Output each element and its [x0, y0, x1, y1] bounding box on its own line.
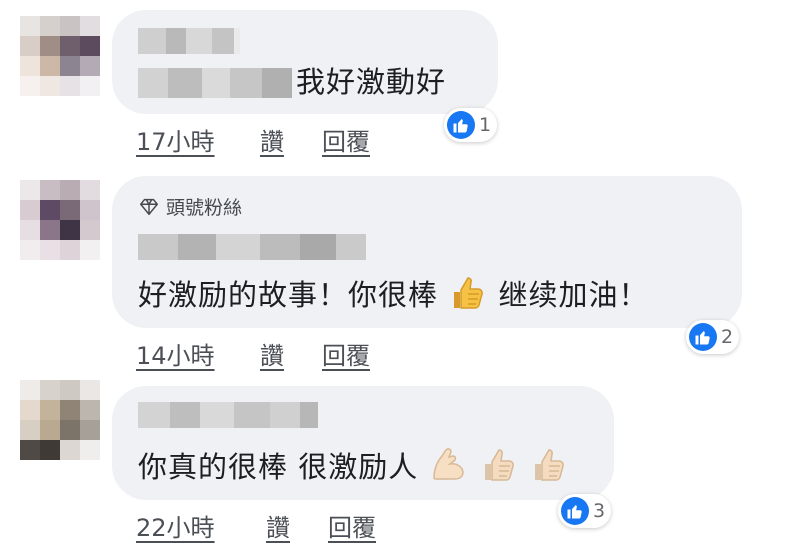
reply-button[interactable]: 回覆: [328, 508, 376, 543]
blurred-username: [138, 402, 318, 428]
like-button[interactable]: 讚: [260, 122, 284, 157]
thumbs-up-icon: [689, 323, 717, 351]
thumbs-up-icon: [447, 111, 475, 139]
blurred-text: [138, 68, 292, 98]
flexed-biceps-emoji: [428, 444, 468, 494]
badge-label: 頭號粉絲: [166, 197, 243, 219]
thumbs-up-emoji: [448, 272, 488, 322]
blurred-username: [138, 234, 366, 260]
comment-bubble: 我好激動好: [112, 10, 498, 114]
avatar[interactable]: [20, 180, 100, 260]
comment-text: 你真的很棒 很激励人: [138, 444, 569, 494]
reaction-summary[interactable]: 3: [558, 494, 612, 528]
avatar[interactable]: [20, 380, 100, 460]
thumbs-up-emoji: [529, 444, 569, 494]
reaction-count: 2: [721, 326, 734, 348]
comment-text-content: 你真的很棒 很激励人: [138, 450, 419, 484]
thumbs-up-emoji: [479, 444, 519, 494]
reply-button[interactable]: 回覆: [322, 122, 370, 157]
comment-text-part2: 继续加油！: [498, 278, 649, 312]
comment-bubble: 你真的很棒 很激励人: [112, 386, 614, 500]
comment-text-part1: 好激励的故事！你很棒: [138, 278, 439, 312]
top-fan-badge: 頭號粉絲: [138, 193, 242, 220]
timestamp-link[interactable]: 17小時: [136, 122, 215, 157]
reaction-count: 3: [593, 500, 606, 522]
thumbs-up-icon: [561, 497, 589, 525]
reaction-count: 1: [479, 114, 492, 136]
reply-button[interactable]: 回覆: [322, 336, 370, 371]
comment-text: 好激励的故事！你很棒 继续加油！: [138, 272, 648, 322]
reaction-summary[interactable]: 2: [686, 320, 740, 354]
like-button[interactable]: 讚: [266, 508, 290, 543]
timestamp-link[interactable]: 14小時: [136, 336, 215, 371]
like-button[interactable]: 讚: [260, 336, 284, 371]
timestamp-link[interactable]: 22小時: [136, 508, 215, 543]
comment-text: 我好激動好: [296, 65, 447, 99]
reaction-summary[interactable]: 1: [444, 108, 498, 142]
blurred-username: [138, 28, 240, 54]
diamond-icon: [140, 198, 158, 215]
avatar[interactable]: [20, 16, 100, 96]
